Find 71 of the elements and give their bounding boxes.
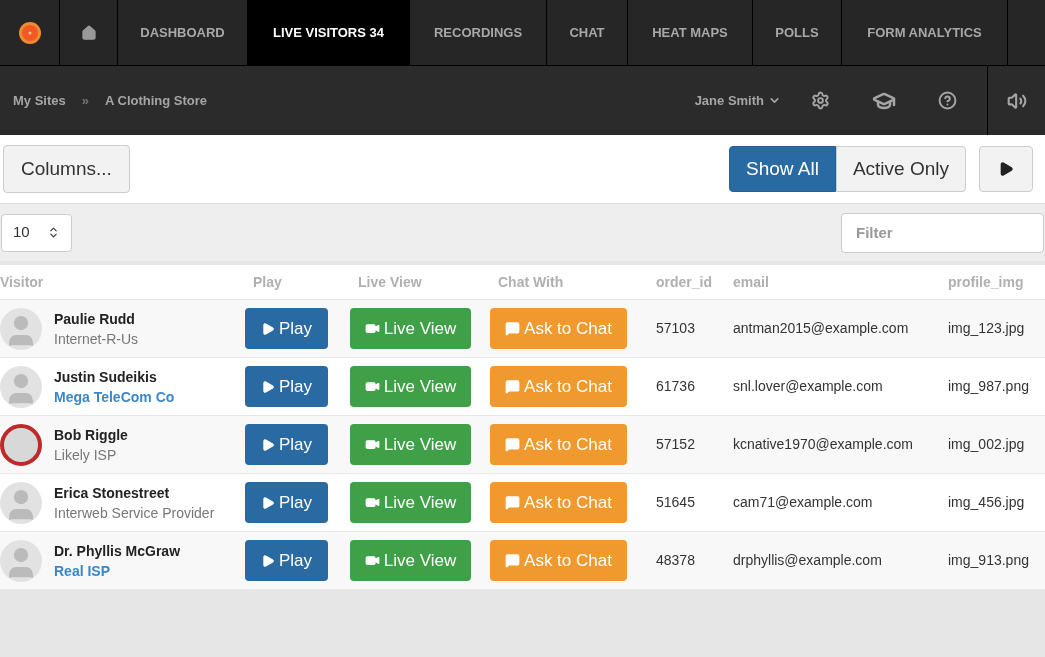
speech-bubble-icon (505, 321, 521, 336)
nav-tab[interactable]: CHAT (547, 0, 628, 65)
visitor-isp: Interweb Service Provider (54, 503, 215, 523)
live-view-button[interactable]: Live View (350, 424, 471, 465)
nav-tab[interactable]: RECORDINGS (410, 0, 547, 65)
live-view-button[interactable]: Live View (350, 308, 471, 349)
visitor-isp: Internet-R-Us (54, 329, 139, 349)
profile-image-filename: img_123.jpg (948, 320, 1025, 336)
video-camera-icon (364, 495, 380, 510)
order-id: 57103 (656, 320, 695, 336)
user-menu[interactable]: Jane Smith (694, 90, 781, 111)
visitor-name: Paulie Rudd (54, 309, 136, 329)
email: cam71@example.com (733, 494, 873, 510)
visitor-name: Erica Stonestreet (54, 483, 171, 503)
up-down-arrows-icon (47, 226, 60, 239)
video-camera-icon (364, 321, 380, 336)
nav-tab[interactable]: HEAT MAPS (628, 0, 753, 65)
play-icon (260, 321, 275, 336)
profile-image-filename: img_456.jpg (948, 494, 1025, 510)
settings-icon[interactable] (811, 91, 830, 110)
play-icon (260, 437, 275, 452)
order-id: 48378 (656, 552, 695, 568)
columns-button[interactable]: Columns... (3, 145, 130, 193)
speech-bubble-icon (505, 553, 521, 568)
play-button[interactable]: Play (245, 308, 328, 349)
order-id: 61736 (656, 378, 695, 394)
play-button[interactable]: Play (245, 366, 328, 407)
speaker-icon[interactable] (1006, 90, 1027, 111)
visitor-name: Justin Sudeikis (54, 367, 158, 387)
visitor-name: Dr. Phyllis McGraw (54, 541, 181, 561)
nav-tab[interactable]: LIVE VISITORS 34 (248, 0, 410, 65)
play-button[interactable] (979, 146, 1033, 192)
video-camera-icon (364, 379, 380, 394)
speech-bubble-icon (505, 495, 521, 510)
play-button[interactable]: Play (245, 424, 328, 465)
speech-bubble-icon (505, 437, 521, 452)
email: kcnative1970@example.com (733, 436, 913, 452)
live-view-button[interactable]: Live View (350, 366, 471, 407)
filter-field[interactable]: Filter (841, 212, 1044, 253)
nav-tab[interactable]: FORM ANALYTICS (842, 0, 1008, 65)
help-icon[interactable] (938, 91, 957, 110)
visitor-isp[interactable]: Real ISP (54, 560, 181, 581)
email: snl.lover@example.com (733, 378, 883, 394)
email: antman2015@example.com (733, 320, 909, 336)
play-icon (260, 495, 275, 510)
live-view-button[interactable]: Live View (350, 540, 471, 581)
breadcrumb-separator: » (81, 91, 89, 110)
visitor-isp[interactable]: Mega TeleCom Co (54, 386, 175, 407)
breadcrumb-link[interactable]: My Sites (13, 90, 66, 111)
play-button[interactable]: Play (245, 540, 328, 581)
order-id: 51645 (656, 494, 695, 510)
visitor-name: Bob Riggle (54, 425, 128, 445)
play-icon (260, 553, 275, 568)
play-icon (260, 379, 275, 394)
profile-image-filename: img_987.png (948, 378, 1029, 394)
live-view-button[interactable]: Live View (350, 482, 471, 523)
profile-image-filename: img_002.jpg (948, 436, 1025, 452)
nav-tab[interactable]: POLLS (753, 0, 842, 65)
filter-toggle-button[interactable]: Show All (729, 146, 836, 192)
play-icon (998, 161, 1014, 177)
visitor-isp: Likely ISP (54, 445, 118, 465)
video-camera-icon (364, 437, 380, 452)
order-id: 57152 (656, 436, 695, 452)
email: drphyllis@example.com (733, 552, 882, 568)
page-size-select[interactable]: 10 (1, 213, 72, 252)
profile-image-filename: img_913.png (948, 552, 1029, 568)
breadcrumb-link[interactable]: A Clothing Store (105, 90, 208, 111)
video-camera-icon (364, 553, 380, 568)
play-button[interactable]: Play (245, 482, 328, 523)
speech-bubble-icon (505, 379, 521, 394)
filter-toggle-button[interactable]: Active Only (835, 146, 966, 192)
